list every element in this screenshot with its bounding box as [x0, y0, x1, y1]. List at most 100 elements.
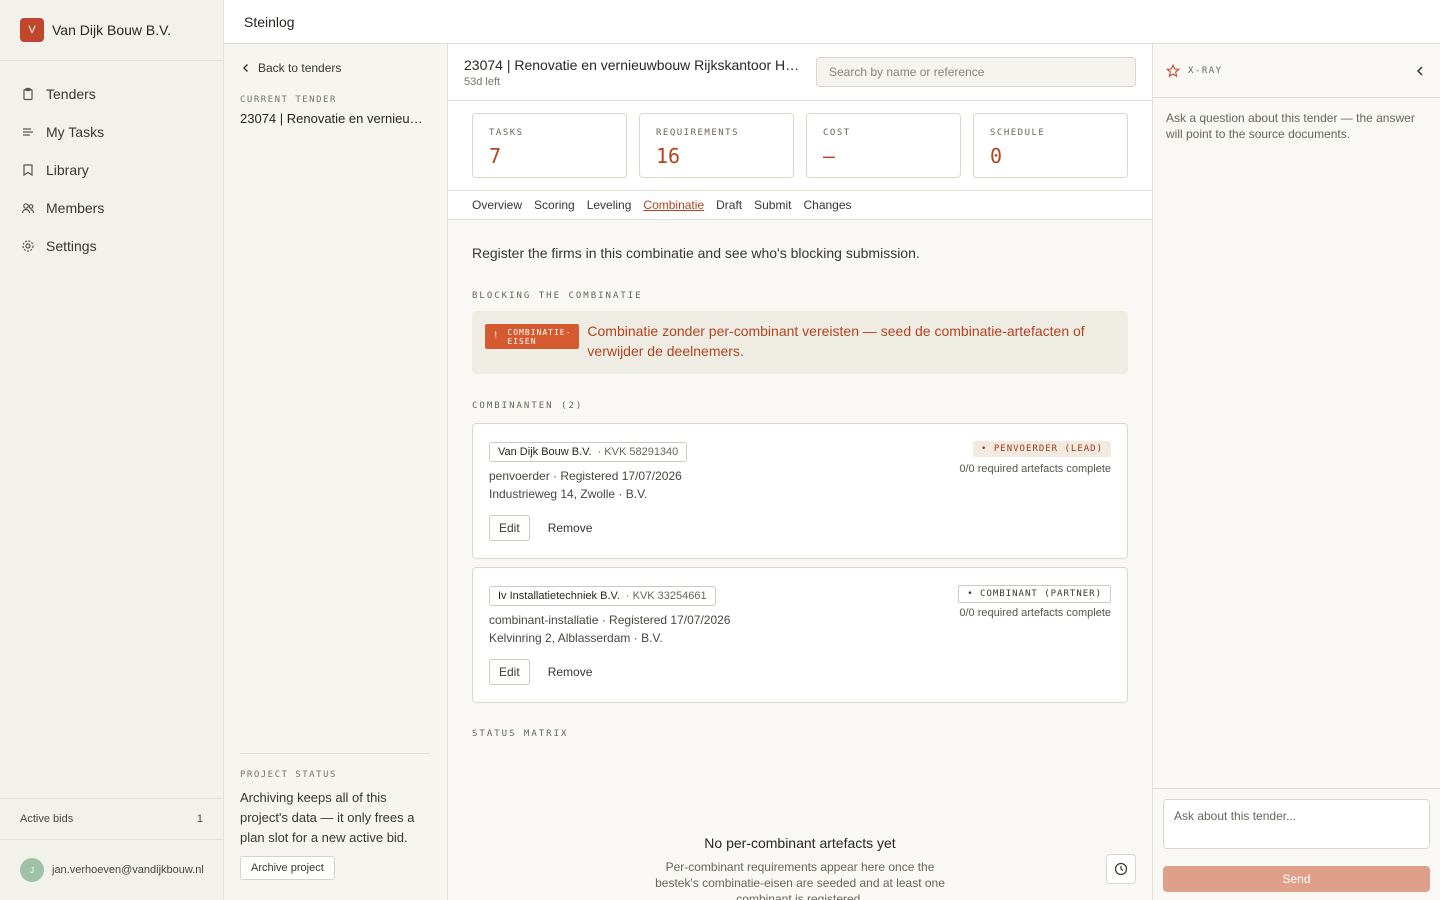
edit-button[interactable]: Edit	[489, 659, 530, 685]
user-menu[interactable]: J jan.verhoeven@vandijkbouw.nl	[0, 858, 223, 882]
user-email: jan.verhoeven@vandijkbouw.nl	[52, 864, 204, 876]
xray-panel: X-RAY Ask a question about this tender —…	[1152, 44, 1440, 900]
current-tender-label: CURRENT TENDER	[240, 95, 337, 105]
days-left: 53d left	[464, 75, 501, 88]
blocker-badge-label: COMBINATIE-EISEN	[507, 327, 572, 346]
sidebar: V Van Dijk Bouw B.V. Tenders My Tasks Li…	[0, 0, 224, 900]
xray-hint: Ask a question about this tender — the a…	[1166, 111, 1415, 141]
card-actions: Edit Remove	[489, 515, 1111, 541]
project-status-text: Archiving keeps all of this project's da…	[240, 790, 415, 845]
stat-label: SCHEDULE	[990, 128, 1046, 138]
edit-button[interactable]: Edit	[489, 515, 530, 541]
xray-header: X-RAY	[1153, 44, 1440, 98]
combinatie-intro: Register the firms in this combinatie an…	[472, 245, 920, 261]
tab-combinatie[interactable]: Combinatie	[643, 198, 704, 212]
list-icon	[23, 128, 33, 136]
firm-kvk: · KVK 33254661	[625, 590, 707, 602]
tab-changes[interactable]: Changes	[803, 198, 851, 212]
history-button[interactable]	[1106, 854, 1136, 884]
nav-item-tenders[interactable]: Tenders	[0, 75, 223, 113]
tender-context-panel: Back to tenders CURRENT TENDER 23074 | R…	[224, 44, 448, 900]
users-icon	[21, 203, 35, 214]
gear-icon	[22, 240, 34, 252]
card-actions: Edit Remove	[489, 659, 1111, 685]
remove-button[interactable]: Remove	[548, 521, 593, 535]
main-content: 23074 | Renovatie en vernieuwbouw Rijksk…	[448, 44, 1152, 900]
combinant-card: Iv Installatietechniek B.V. · KVK 332546…	[472, 567, 1128, 703]
workspace-name: Van Dijk Bouw B.V.	[52, 22, 172, 38]
artefacts-status: 0/0 required artefacts complete	[959, 463, 1111, 475]
stat-cost[interactable]: COST —	[806, 113, 961, 178]
chevron-left-icon	[243, 64, 248, 72]
back-to-tenders-link[interactable]: Back to tenders	[240, 61, 431, 75]
alert-icon: !	[493, 331, 500, 341]
top-bar: Steinlog	[224, 0, 1440, 44]
stat-label: TASKS	[489, 128, 524, 138]
active-bids-counter: Active bids 1	[0, 798, 223, 840]
nav-item-members[interactable]: Members	[0, 189, 223, 227]
tab-scoring[interactable]: Scoring	[534, 198, 575, 212]
nav-item-library[interactable]: Library	[0, 151, 223, 189]
xray-title: X-RAY	[1188, 65, 1223, 76]
send-button[interactable]: Send	[1163, 866, 1430, 892]
star-icon	[1166, 63, 1180, 77]
tender-tabs: Overview Scoring Leveling Combinatie Dra…	[448, 190, 1152, 220]
stat-label: REQUIREMENTS	[656, 128, 740, 138]
firm-name-pill: Van Dijk Bouw B.V. · KVK 58291340	[489, 442, 688, 462]
combinatie-content: Register the firms in this combinatie an…	[448, 245, 1152, 900]
chevron-left-icon[interactable]	[1413, 64, 1427, 78]
main-nav: Tenders My Tasks Library Members Setting…	[0, 61, 223, 265]
firm-name: Iv Installatietechniek B.V.	[498, 590, 620, 602]
stat-tasks[interactable]: TASKS 7	[472, 113, 627, 178]
archive-project-button[interactable]: Archive project	[240, 856, 335, 880]
tab-draft[interactable]: Draft	[716, 198, 742, 212]
stat-value: 7	[489, 144, 502, 168]
stat-label: COST	[823, 128, 851, 138]
avatar: J	[20, 858, 44, 882]
app-title: Steinlog	[244, 13, 295, 30]
empty-state-title: No per-combinant artefacts yet	[704, 835, 896, 851]
artefacts-status: 0/0 required artefacts complete	[959, 607, 1111, 619]
search-input[interactable]	[816, 57, 1136, 87]
stats-row: TASKS 7 REQUIREMENTS 16 COST — SCHEDULE …	[448, 101, 1152, 190]
current-tender-title: 23074 | Renovatie en vernieuwbouw Rijksk…	[240, 111, 431, 126]
tender-heading: 23074 | Renovatie en vernieuwbouw Rijksk…	[464, 57, 804, 88]
nav-item-my-tasks[interactable]: My Tasks	[0, 113, 223, 151]
tab-submit[interactable]: Submit	[754, 198, 791, 212]
blocker-badge: ! COMBINATIE-EISEN	[485, 324, 580, 349]
nav-item-label: Library	[46, 162, 89, 178]
firm-address: Kelvinring 2, Alblasserdam · B.V.	[489, 631, 663, 645]
empty-state-text: Per-combinant requirements appear here o…	[655, 860, 945, 900]
combinanten-section-label: COMBINANTEN (2)	[472, 401, 584, 411]
status-matrix-label: STATUS MATRIX	[472, 729, 569, 739]
book-icon	[23, 164, 33, 177]
back-link-label: Back to tenders	[258, 61, 342, 75]
firm-name-pill: Iv Installatietechniek B.V. · KVK 332546…	[489, 586, 716, 606]
project-status-section: PROJECT STATUS Archiving keeps all of th…	[240, 753, 430, 880]
status-matrix-empty-state: No per-combinant artefacts yet Per-combi…	[472, 835, 1128, 900]
xray-composer: Send	[1153, 788, 1440, 900]
project-status-label: PROJECT STATUS	[240, 770, 337, 780]
nav-item-label: My Tasks	[46, 124, 105, 140]
active-bids-count: 1	[196, 813, 203, 825]
tab-overview[interactable]: Overview	[472, 198, 522, 212]
workspace-switcher[interactable]: V Van Dijk Bouw B.V.	[0, 0, 223, 61]
tender-title: 23074 | Renovatie en vernieuwbouw Rijksk…	[464, 56, 804, 73]
combinant-card: Van Dijk Bouw B.V. · KVK 58291340 penvoe…	[472, 423, 1128, 559]
nav-item-label: Settings	[46, 238, 97, 254]
nav-item-label: Tenders	[46, 86, 96, 102]
stat-schedule[interactable]: SCHEDULE 0	[973, 113, 1128, 178]
tender-header: 23074 | Renovatie en vernieuwbouw Rijksk…	[448, 44, 1152, 101]
active-bids-label: Active bids	[20, 813, 74, 825]
blocker-message: Combinatie zonder per-combinant vereiste…	[587, 323, 1085, 359]
stat-value: 16	[656, 144, 681, 168]
nav-item-settings[interactable]: Settings	[0, 227, 223, 265]
firm-name: Van Dijk Bouw B.V.	[498, 446, 592, 458]
ask-input[interactable]	[1163, 799, 1430, 849]
role-badge: • PENVOERDER (LEAD)	[973, 441, 1111, 457]
stat-requirements[interactable]: REQUIREMENTS 16	[639, 113, 794, 178]
role-badge: • COMBINANT (PARTNER)	[958, 585, 1111, 603]
remove-button[interactable]: Remove	[548, 665, 593, 679]
blocking-section-label: BLOCKING THE COMBINATIE	[472, 291, 643, 301]
tab-leveling[interactable]: Leveling	[587, 198, 632, 212]
